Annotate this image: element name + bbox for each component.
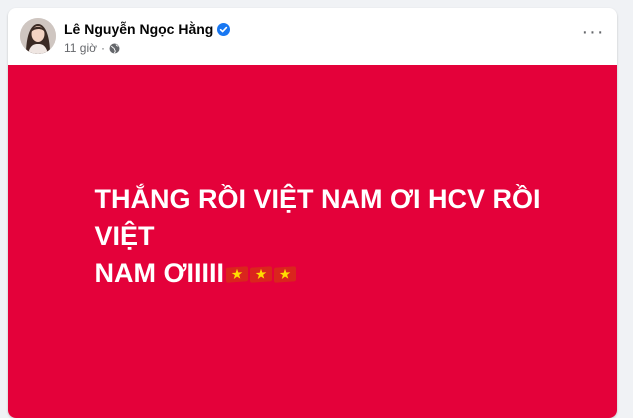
status-line-2: NAM ƠIIIII (94, 258, 225, 288)
meta-separator: · (101, 41, 105, 55)
more-options-button[interactable]: ··· (579, 21, 607, 48)
author-avatar[interactable] (20, 18, 56, 54)
status-line-1: THẮNG RỒI VIỆT NAM ƠI HCV RỒI VIỆT (94, 184, 541, 251)
post-header: Lê Nguyễn Ngọc Hằng 11 giờ · ··· (8, 8, 617, 65)
more-options-icon: ··· (581, 21, 605, 43)
post-card: Lê Nguyễn Ngọc Hằng 11 giờ · ··· THẮNG R… (8, 8, 617, 418)
status-line-2-row: NAM ƠIIIII (95, 255, 583, 292)
vietnam-flag-icon (250, 266, 273, 284)
verified-badge-icon (217, 22, 231, 36)
globe-icon[interactable] (109, 43, 120, 54)
author-row: Lê Nguyễn Ngọc Hằng (64, 20, 231, 38)
vietnam-flag-icon (226, 266, 249, 284)
author-name[interactable]: Lê Nguyễn Ngọc Hằng (64, 21, 213, 37)
post-timestamp[interactable]: 11 giờ (64, 41, 97, 55)
status-background: THẮNG RỒI VIỆT NAM ƠI HCV RỒI VIỆT NAM Ơ… (8, 65, 617, 418)
post-meta: 11 giờ · (64, 41, 120, 55)
vietnam-flag-icon (274, 266, 297, 284)
status-text: THẮNG RỒI VIỆT NAM ƠI HCV RỒI VIỆT NAM Ơ… (43, 181, 583, 292)
profile-photo-icon (20, 18, 56, 54)
